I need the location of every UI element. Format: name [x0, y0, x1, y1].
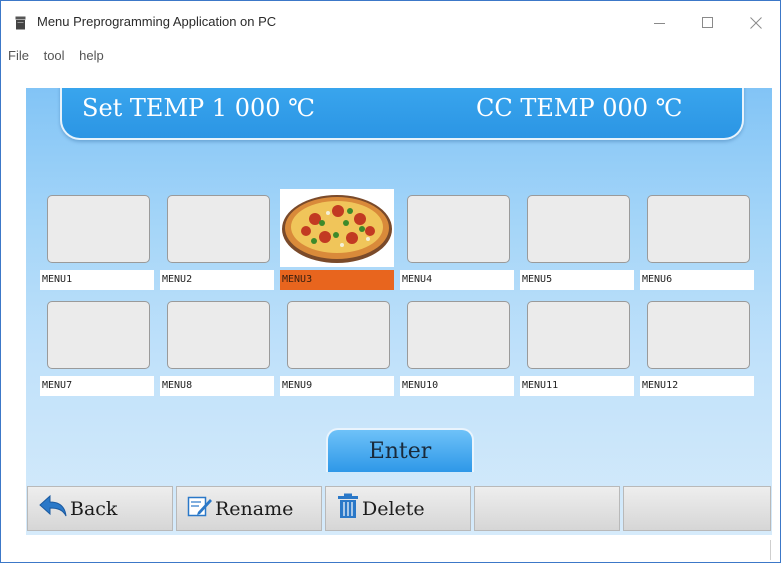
- menu-image-slot[interactable]: [647, 195, 750, 263]
- menu-tile-3[interactable]: MENU3: [280, 189, 394, 291]
- menu-label: MENU11: [520, 376, 634, 396]
- trash-icon: [336, 493, 360, 524]
- menu-label: MENU8: [160, 376, 274, 396]
- menu-image-slot[interactable]: [47, 195, 150, 263]
- menu-image-slot[interactable]: [527, 195, 630, 263]
- cc-temp-display: CC TEMP 000 ℃: [476, 94, 683, 122]
- bottom-button-bar: Back Rename Delete: [26, 486, 772, 533]
- menu-label: MENU9: [280, 376, 394, 396]
- menu-tile-2[interactable]: MENU2: [160, 195, 274, 291]
- close-icon: [750, 17, 762, 29]
- empty-button-4[interactable]: [474, 486, 620, 531]
- menu-image-slot[interactable]: [647, 301, 750, 369]
- menu-image-slot[interactable]: [527, 301, 630, 369]
- main-panel: Set TEMP 1 000 ℃ CC TEMP 000 ℃ MENU1 MEN…: [26, 88, 772, 535]
- menu-label: MENU10: [400, 376, 514, 396]
- menu-label: MENU5: [520, 270, 634, 290]
- menu-label-selected: MENU3: [280, 270, 394, 290]
- menu-tool[interactable]: tool: [44, 48, 65, 63]
- app-icon: [15, 16, 26, 30]
- maximize-icon: [702, 17, 713, 28]
- delete-label: Delete: [362, 497, 425, 520]
- set-temp-display: Set TEMP 1 000 ℃: [82, 94, 315, 122]
- menu-bar: File tool help: [8, 48, 115, 63]
- menu-image-slot[interactable]: [287, 301, 390, 369]
- menu-label: MENU1: [40, 270, 154, 290]
- menu-tile-5[interactable]: MENU5: [520, 195, 634, 291]
- menu-image-slot[interactable]: [407, 195, 510, 263]
- rename-label: Rename: [215, 497, 294, 520]
- enter-button[interactable]: Enter: [326, 428, 474, 472]
- menu-tile-11[interactable]: MENU11: [520, 301, 634, 397]
- menu-tile-12[interactable]: MENU12: [640, 301, 754, 397]
- menu-label: MENU7: [40, 376, 154, 396]
- resize-grip[interactable]: [770, 540, 771, 560]
- back-arrow-icon: [38, 494, 68, 523]
- menu-tile-4[interactable]: MENU4: [400, 195, 514, 291]
- edit-icon: [187, 494, 213, 523]
- menu-tile-1[interactable]: MENU1: [40, 195, 154, 291]
- pizza-icon: [282, 195, 392, 263]
- menu-label: MENU2: [160, 270, 274, 290]
- menu-label: MENU4: [400, 270, 514, 290]
- minimize-icon: [654, 23, 665, 24]
- menu-image-slot[interactable]: [47, 301, 150, 369]
- window-title: Menu Preprogramming Application on PC: [37, 14, 277, 29]
- menu-image-slot[interactable]: [167, 195, 270, 263]
- status-bar: [1, 538, 780, 562]
- menu-tile-6[interactable]: MENU6: [640, 195, 754, 291]
- menu-label: MENU12: [640, 376, 754, 396]
- menu-label: MENU6: [640, 270, 754, 290]
- menu-image-slot[interactable]: [167, 301, 270, 369]
- rename-button[interactable]: Rename: [176, 486, 322, 531]
- minimize-button[interactable]: [637, 7, 683, 39]
- title-bar: Menu Preprogramming Application on PC: [1, 1, 780, 45]
- temperature-banner: Set TEMP 1 000 ℃ CC TEMP 000 ℃: [60, 88, 744, 140]
- menu-file[interactable]: File: [8, 48, 29, 63]
- menu-tile-10[interactable]: MENU10: [400, 301, 514, 397]
- maximize-button[interactable]: [685, 7, 731, 39]
- menu-tile-9[interactable]: MENU9: [280, 301, 394, 397]
- delete-button[interactable]: Delete: [325, 486, 471, 531]
- menu-help[interactable]: help: [79, 48, 104, 63]
- menu-image-slot[interactable]: [407, 301, 510, 369]
- menu-tile-7[interactable]: MENU7: [40, 301, 154, 397]
- back-label: Back: [70, 497, 118, 520]
- back-button[interactable]: Back: [27, 486, 173, 531]
- empty-button-5[interactable]: [623, 486, 771, 531]
- pizza-image[interactable]: [280, 189, 394, 267]
- menu-tile-8[interactable]: MENU8: [160, 301, 274, 397]
- close-button[interactable]: [733, 7, 779, 39]
